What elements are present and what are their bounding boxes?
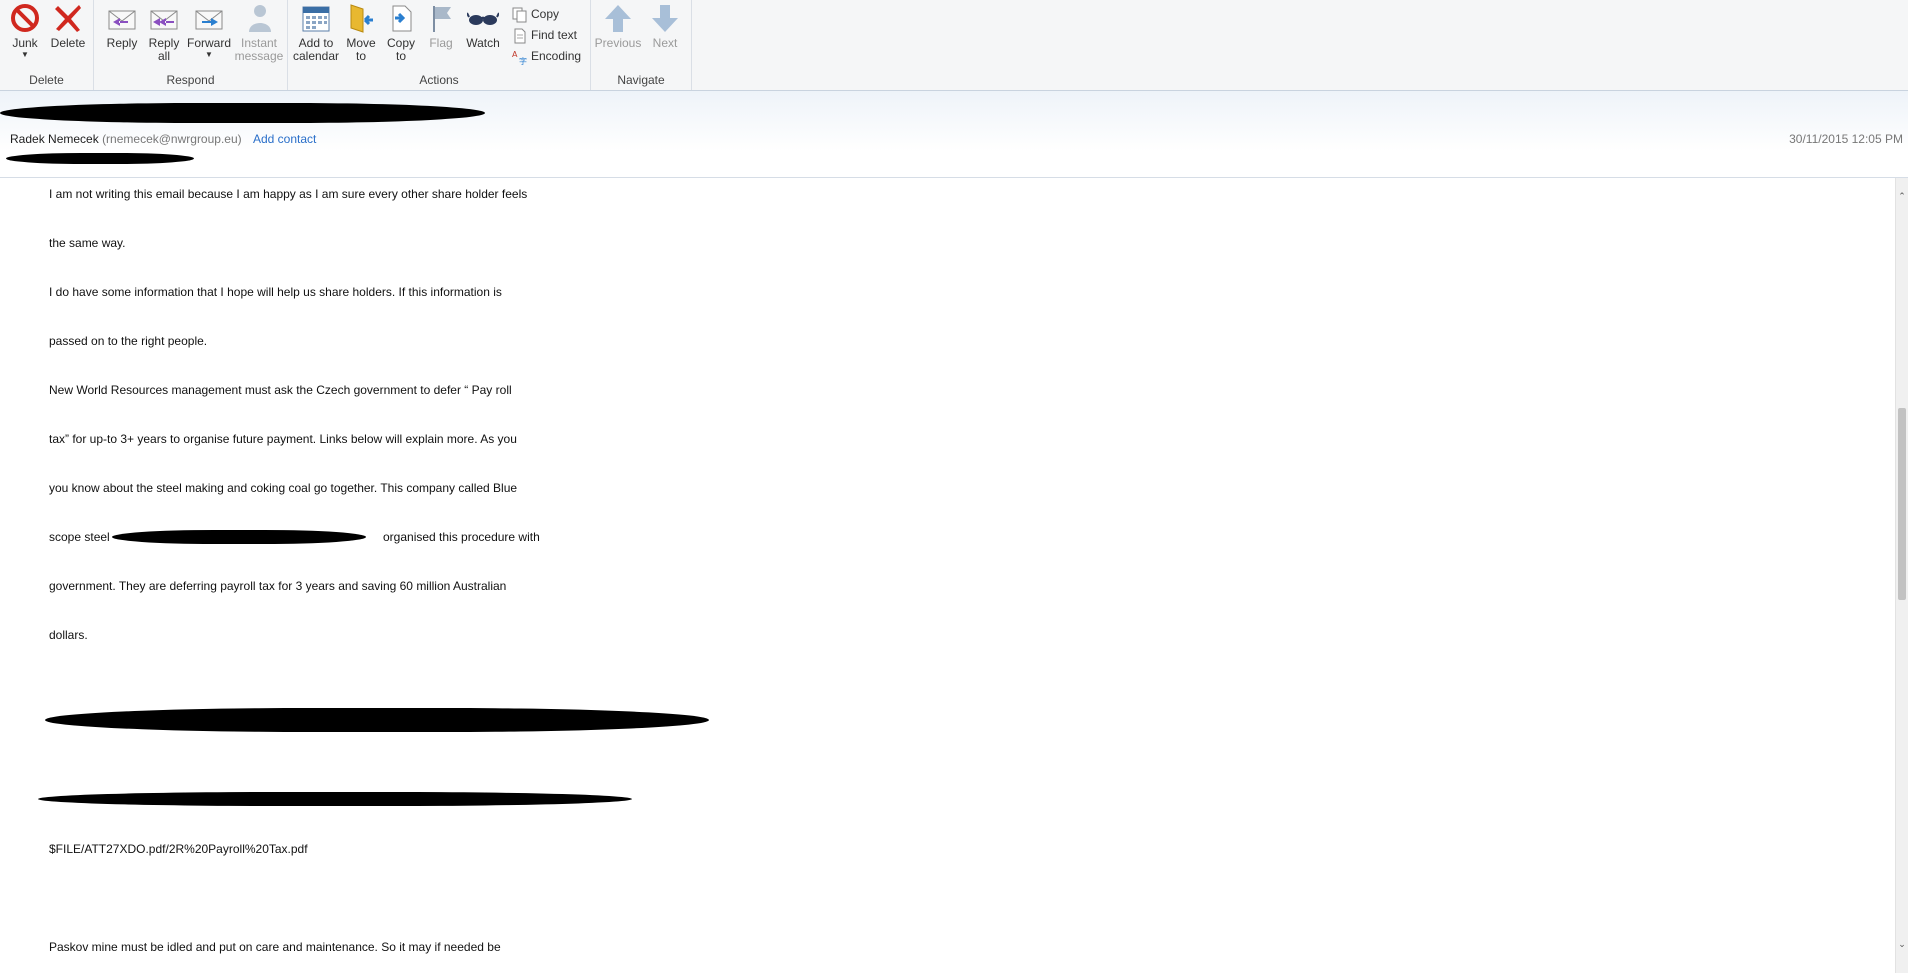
body-line: dollars.	[49, 628, 88, 642]
copy-button[interactable]: Copy	[512, 5, 559, 23]
message-datetime: 30/11/2015 12:05 PM	[1789, 132, 1903, 146]
respond-group: Reply Reply all Forward ▼ Instant messag…	[94, 0, 288, 90]
person-icon	[249, 5, 271, 32]
watch-button[interactable]: Watch	[464, 2, 502, 50]
flag-icon	[433, 6, 451, 32]
actions-group: Add to calendar Move to Copy to Flag Wat…	[288, 0, 591, 90]
encoding-button[interactable]: A 字 Encoding	[512, 47, 581, 65]
sender-email: (rnemecek@nwrgroup.eu)	[102, 132, 242, 146]
flag-button[interactable]: Flag	[422, 2, 460, 50]
attachment-path: $FILE/ATT27XDO.pdf/2R%20Payroll%20Tax.pd…	[49, 842, 308, 856]
ribbon-toolbar: Junk ▼ Delete Delete Reply Reply all For…	[0, 0, 1908, 91]
body-line: tax” for up-to 3+ years to organise futu…	[49, 432, 517, 446]
find-text-button[interactable]: Find text	[512, 26, 577, 44]
sender-line: Radek Nemecek (rnemecek@nwrgroup.eu) Add…	[10, 132, 316, 146]
sender-name: Radek Nemecek	[10, 132, 99, 146]
forward-envelope-icon	[195, 10, 223, 30]
next-button[interactable]: Next	[643, 2, 687, 50]
add-contact-link[interactable]: Add contact	[253, 132, 316, 146]
chevron-down-icon: ▼	[205, 50, 213, 59]
junk-button[interactable]: Junk ▼	[6, 2, 44, 59]
reply-button[interactable]: Reply	[102, 2, 142, 50]
delete-button[interactable]: Delete	[48, 2, 88, 50]
body-line: Paskov mine must be idled and put on car…	[49, 940, 501, 954]
redacted-text	[112, 530, 366, 544]
document-icon	[392, 5, 412, 32]
calendar-icon	[302, 6, 330, 32]
up-arrow-icon	[605, 5, 631, 32]
redacted-link	[38, 792, 632, 806]
chevron-down-icon: ▼	[21, 50, 29, 59]
body-line: New World Resources management must ask …	[49, 383, 512, 397]
redacted-recipient	[6, 153, 194, 164]
forward-button[interactable]: Forward ▼	[186, 2, 232, 59]
actions-group-label: Actions	[419, 73, 459, 87]
body-line: passed on to the right people.	[49, 334, 208, 348]
message-body: I am not writing this email because I am…	[0, 178, 1896, 973]
scrollbar-thumb[interactable]	[1898, 408, 1906, 600]
move-to-button[interactable]: Move to	[342, 2, 380, 63]
navigate-group: Previous Next Navigate	[591, 0, 692, 90]
respond-group-label: Respond	[166, 73, 215, 87]
add-to-calendar-button[interactable]: Add to calendar	[292, 2, 340, 63]
body-line: organised this procedure with	[383, 530, 540, 544]
folder-icon	[350, 4, 373, 33]
reply-all-envelope-icon	[150, 10, 178, 30]
delete-group-label: Delete	[29, 73, 64, 87]
body-line: you know about the steel making and coki…	[49, 481, 518, 495]
instant-message-button[interactable]: Instant message	[234, 2, 284, 63]
x-icon	[55, 5, 81, 32]
message-header: Radek Nemecek (rnemecek@nwrgroup.eu) Add…	[0, 91, 1908, 178]
body-line: government. They are deferring payroll t…	[49, 579, 507, 593]
body-line: I am not writing this email because I am…	[49, 187, 528, 201]
reply-envelope-icon	[108, 10, 136, 30]
body-line: I do have some information that I hope w…	[49, 285, 502, 299]
vertical-scrollbar[interactable]: ⌃ ⌄	[1895, 178, 1908, 973]
down-arrow-icon	[652, 5, 678, 32]
body-line: the same way.	[49, 236, 126, 250]
no-entry-icon	[11, 4, 39, 32]
encoding-icon: A 字	[512, 50, 527, 65]
reply-all-button[interactable]: Reply all	[144, 2, 184, 63]
copy-to-button[interactable]: Copy to	[382, 2, 420, 63]
scroll-down-icon[interactable]: ⌄	[1896, 938, 1908, 950]
previous-button[interactable]: Previous	[593, 2, 643, 50]
copy-icon	[512, 7, 527, 23]
body-line: scope steel	[49, 530, 110, 544]
redacted-subject	[0, 103, 485, 123]
find-document-icon	[514, 28, 526, 44]
delete-group: Junk ▼ Delete Delete	[0, 0, 94, 90]
svg-text:A: A	[512, 50, 518, 59]
glasses-icon	[467, 12, 499, 25]
svg-text:字: 字	[519, 56, 527, 65]
scroll-up-icon[interactable]: ⌃	[1896, 190, 1908, 202]
navigate-group-label: Navigate	[617, 73, 665, 87]
redacted-link	[45, 708, 709, 732]
